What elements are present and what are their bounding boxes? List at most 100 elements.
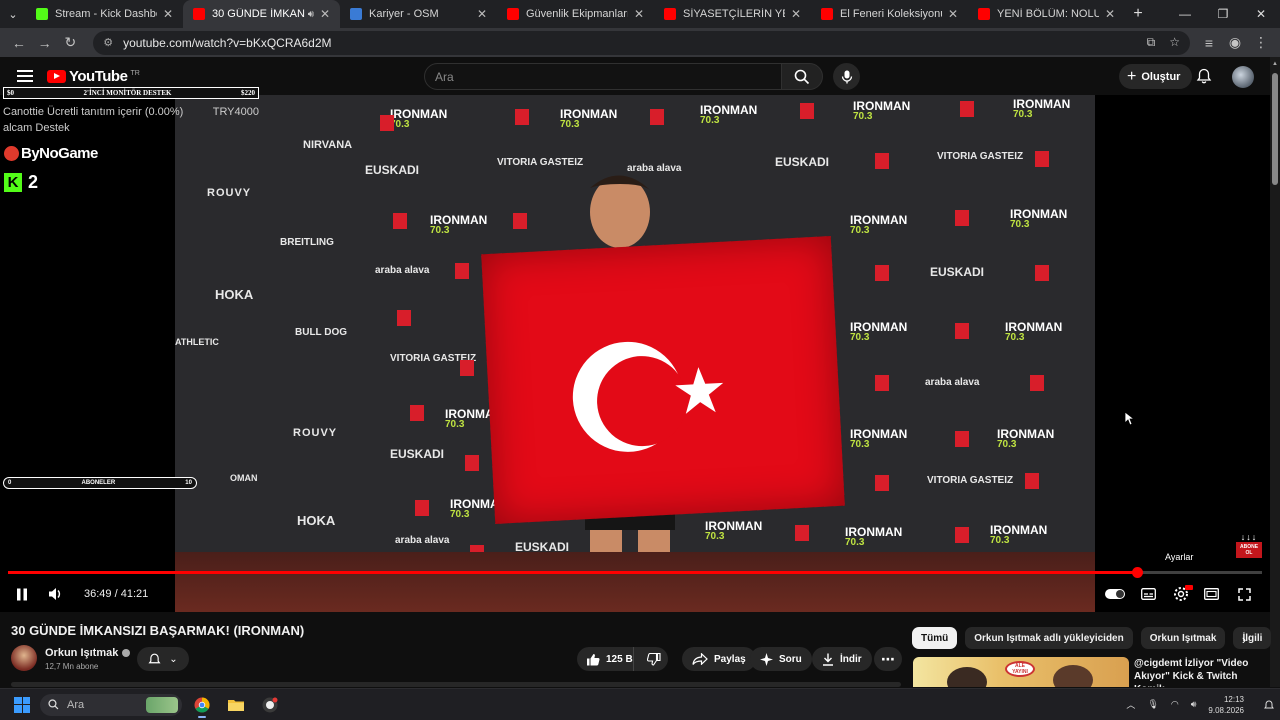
miniplayer-button[interactable] <box>1202 585 1220 603</box>
site-info-icon[interactable]: ⚙ <box>103 36 113 49</box>
tab-search-chevron-icon[interactable]: ⌄ <box>0 0 26 28</box>
autoplay-toggle[interactable] <box>1104 585 1126 603</box>
youtube-logo[interactable]: YouTube TR <box>47 68 140 85</box>
browser-tab-osm[interactable]: Kariyer - OSM ✕ <box>340 0 497 28</box>
goal-label: 2'İNCİ MONİTÖR DESTEK <box>83 89 172 97</box>
media-control-icon[interactable]: ≡ <box>1196 31 1222 55</box>
ask-button[interactable]: Soru <box>750 647 812 671</box>
video-player[interactable]: IRONMAN 70.3 IRONMAN 70.3 IRONMAN 70.3 IRON… <box>0 95 1270 612</box>
logo-text: YouTube <box>69 67 128 85</box>
bell-icon <box>148 653 161 663</box>
tab-close-icon[interactable]: ✕ <box>946 7 960 21</box>
minimize-icon[interactable]: — <box>1166 0 1204 28</box>
browser-tab-youtube-5[interactable]: El Feneri Koleksiyonumun Favori ✕ <box>811 0 968 28</box>
microphone-tray-icon[interactable]: 🎙︎ <box>1147 699 1158 710</box>
settings-button[interactable] <box>1171 585 1193 603</box>
kick-count: 2 <box>28 172 39 192</box>
hoka-logo: HOKA <box>297 513 336 528</box>
recommended-video-thumbnail[interactable]: ALE YAYINI <box>913 657 1129 687</box>
browser-menu-icon[interactable]: ⋮ <box>1248 31 1274 55</box>
youtube-favicon-icon <box>664 8 676 20</box>
tab-close-icon[interactable]: ✕ <box>632 7 646 21</box>
subscriber-count: 12,7 Mn abone <box>45 662 99 671</box>
bookmark-star-icon[interactable]: ☆ <box>1169 35 1180 50</box>
video-title: 30 GÜNDE İMKANSIZI BAŞARMAK! (IRONMAN) <box>11 623 305 638</box>
tab-close-icon[interactable]: ✕ <box>318 7 332 21</box>
subtitles-button[interactable] <box>1139 585 1157 603</box>
mouse-cursor-icon <box>1125 412 1135 426</box>
browser-tab-youtube-3[interactable]: Güvenlik Ekipmanların Sınırlarını ✕ <box>497 0 654 28</box>
speaker-tray-icon[interactable]: 🔊︎ <box>1191 699 1197 710</box>
scroll-up-arrow-icon[interactable]: ▲ <box>1272 61 1278 67</box>
chip-all[interactable]: Tümü <box>912 627 958 649</box>
download-button[interactable]: İndir <box>812 647 872 671</box>
current-time: 36:49 <box>84 588 112 600</box>
channel-avatar[interactable] <box>11 645 37 671</box>
tab-close-icon[interactable]: ✕ <box>1103 7 1117 21</box>
address-bar[interactable]: ⚙ youtube.com/watch?v=bKxQCRA6d2M ⧉ ☆ <box>93 30 1190 55</box>
obs-app-icon[interactable] <box>256 691 284 719</box>
file-explorer-icon[interactable] <box>222 691 250 719</box>
hamburger-menu-icon[interactable] <box>17 70 33 82</box>
reload-icon[interactable]: ↻ <box>57 31 83 55</box>
horizontal-scroll-track[interactable] <box>11 682 901 687</box>
speaker-icon[interactable]: 🔊︎ <box>308 9 314 20</box>
new-tab-plus-icon[interactable]: + <box>1125 5 1151 23</box>
tab-close-icon[interactable]: ✕ <box>789 7 803 21</box>
progress-played <box>8 571 1137 574</box>
browser-tab-youtube-6[interactable]: YENİ BÖLÜM: NOLUYO YA ;) VS ✕ <box>968 0 1125 28</box>
red-carpet-floor <box>175 552 1095 612</box>
restore-icon[interactable]: ❐ <box>1204 0 1242 28</box>
window-close-icon[interactable]: ✕ <box>1242 0 1280 28</box>
page-scrollbar[interactable]: ▲ <box>1270 57 1280 687</box>
taskbar-search[interactable]: Ara <box>40 693 182 716</box>
browser-tab-youtube-active[interactable]: 30 GÜNDE İMKANSIZI BAŞARMAK! 🔊︎ ✕ <box>183 0 340 28</box>
subtitles-icon <box>1140 588 1156 600</box>
tray-overflow-chevron-icon[interactable]: ︿ <box>1126 698 1135 711</box>
browser-tab-kick[interactable]: Stream - Kick Dashboard ✕ <box>26 0 183 28</box>
recommended-video-title[interactable]: @cigdemt İzliyor "Video Akıyor" Kick & T… <box>1134 657 1264 687</box>
share-button[interactable]: Paylaş <box>682 647 756 671</box>
notification-center-icon[interactable] <box>1264 699 1274 710</box>
tab-close-icon[interactable]: ✕ <box>161 7 175 21</box>
install-app-icon[interactable]: ⧉ <box>1147 35 1156 50</box>
time-display: 36:49 / 41:21 <box>84 588 149 600</box>
chip-channel[interactable]: Orkun Işıtmak <box>1140 627 1226 649</box>
like-dislike-group: 125 B <box>577 647 668 671</box>
account-avatar[interactable] <box>1232 66 1254 88</box>
more-horizontal-icon: ⋯ <box>881 650 895 667</box>
breitling-logo: BREITLING <box>280 237 334 248</box>
kick-viewer-count: K 2 <box>4 172 38 193</box>
browser-tab-youtube-4[interactable]: SİYASETÇİLERİN YEDİĞİ MECLİS ✕ <box>654 0 811 28</box>
forward-arrow-icon[interactable]: → <box>32 31 58 55</box>
wifi-icon[interactable]: ◠ <box>1171 699 1179 710</box>
more-actions-button[interactable]: ⋯ <box>874 647 902 671</box>
dislike-button[interactable] <box>640 652 668 666</box>
back-arrow-icon[interactable]: ← <box>6 31 32 55</box>
create-button[interactable]: + Oluştur <box>1119 64 1193 89</box>
scrollbar-thumb[interactable] <box>1272 73 1278 185</box>
pause-button[interactable] <box>13 585 31 603</box>
notifications-bell-icon[interactable] <box>1196 68 1212 84</box>
chrome-app-icon[interactable] <box>188 691 216 719</box>
progress-scrubber-handle[interactable] <box>1131 567 1143 578</box>
chip-from-uploader[interactable]: Orkun Işıtmak adlı yükleyiciden <box>965 627 1133 649</box>
system-clock[interactable]: 12:13 9.08.2026 <box>1208 694 1244 716</box>
search-button[interactable] <box>781 63 823 90</box>
subscription-bell-button[interactable]: ⌄ <box>137 647 189 671</box>
profile-icon[interactable]: ◉ <box>1222 31 1248 55</box>
search-highlight-image <box>146 696 178 713</box>
like-button[interactable]: 125 B <box>577 647 634 671</box>
windows-start-icon[interactable] <box>14 696 30 713</box>
hoka-logo: HOKA <box>215 287 254 302</box>
fullscreen-button[interactable] <box>1235 585 1253 603</box>
search-input[interactable]: Ara <box>424 63 782 90</box>
mute-button[interactable] <box>46 585 64 603</box>
system-tray: ︿ 🎙︎ ◠ 🔊︎ 12:13 9.08.2026 <box>1126 694 1280 716</box>
channel-name-link[interactable]: Orkun Işıtmak <box>45 647 131 659</box>
chip-label: Orkun Işıtmak <box>1149 632 1217 644</box>
tab-close-icon[interactable]: ✕ <box>475 7 489 21</box>
chips-next-chevron-icon[interactable]: › <box>1236 629 1252 649</box>
video-progress-bar[interactable] <box>8 567 1262 578</box>
voice-search-button[interactable] <box>833 63 860 90</box>
